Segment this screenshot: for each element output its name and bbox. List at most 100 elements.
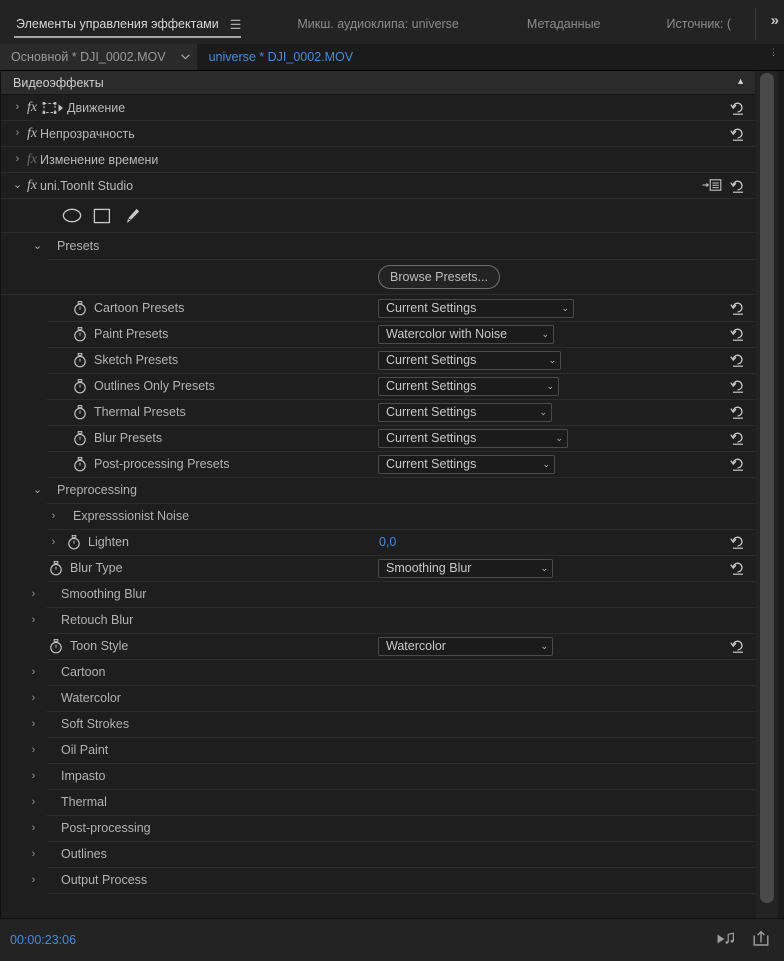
vertical-scrollbar[interactable]: [756, 71, 778, 918]
reset-icon[interactable]: [729, 299, 747, 317]
dropdown-paint-presets[interactable]: Watercolor with Noise ⌄: [378, 324, 554, 344]
group-row-presets[interactable]: ⌄ Presets: [1, 233, 755, 260]
chevron-down-icon[interactable]: [174, 44, 197, 70]
dropdown-blur-presets[interactable]: Current Settings ⌄: [378, 428, 568, 448]
reset-icon[interactable]: [729, 429, 747, 447]
group-row-outlines[interactable]: › Outlines: [1, 841, 755, 868]
stopwatch-icon[interactable]: [47, 559, 65, 577]
effect-row-opacity[interactable]: › fx Непрозрачность: [1, 121, 755, 147]
dropdown-cartoon-presets[interactable]: Current Settings ⌄: [378, 298, 574, 318]
reset-icon[interactable]: [729, 559, 747, 577]
group-row-output-process[interactable]: › Output Process: [1, 867, 755, 894]
stopwatch-icon[interactable]: [71, 429, 89, 447]
reset-icon[interactable]: [729, 125, 747, 143]
reset-icon[interactable]: [729, 637, 747, 655]
param-row-paint-presets[interactable]: Paint Presets Watercolor with Noise ⌄: [1, 321, 755, 348]
dropdown-toon-style[interactable]: Watercolor ⌄: [378, 636, 553, 656]
param-row-post-processing-presets[interactable]: Post-processing Presets Current Settings…: [1, 451, 755, 478]
stopwatch-icon[interactable]: [71, 455, 89, 473]
group-row-thermal[interactable]: › Thermal: [1, 789, 755, 816]
disclosure-triangle-icon[interactable]: ›: [11, 101, 24, 114]
pen-mask-tool-icon[interactable]: [117, 205, 147, 227]
dropdown-post-processing-presets[interactable]: Current Settings ⌄: [378, 454, 555, 474]
effect-row-time-remapping[interactable]: › fx Изменение времени: [1, 147, 755, 173]
tab-metadata[interactable]: Метаданные: [525, 9, 603, 39]
group-row-soft-strokes[interactable]: › Soft Strokes: [1, 711, 755, 738]
keyframe-options-icon[interactable]: [702, 178, 722, 192]
disclosure-triangle-icon[interactable]: ›: [47, 536, 60, 549]
disclosure-triangle-icon[interactable]: ›: [27, 874, 40, 887]
effect-row-motion[interactable]: › fx Движение: [1, 95, 755, 121]
disclosure-triangle-icon[interactable]: ⌄: [31, 240, 44, 253]
disclosure-triangle-icon[interactable]: ›: [27, 770, 40, 783]
disclosure-triangle-icon[interactable]: ›: [11, 127, 24, 140]
reset-icon[interactable]: [729, 455, 747, 473]
play-audio-icon[interactable]: [716, 931, 736, 949]
selected-clip-label[interactable]: universe * DJI_0002.MOV: [197, 50, 354, 64]
stopwatch-icon[interactable]: [47, 637, 65, 655]
reset-icon[interactable]: [729, 533, 747, 551]
param-row-lighten[interactable]: › Lighten 0,0: [1, 529, 755, 556]
disclosure-triangle-icon[interactable]: ›: [11, 153, 24, 166]
sequence-selector[interactable]: Основной * DJI_0002.MOV: [0, 44, 175, 70]
param-row-sketch-presets[interactable]: Sketch Presets Current Settings ⌄: [1, 347, 755, 374]
stopwatch-icon[interactable]: [71, 325, 89, 343]
group-row-watercolor[interactable]: › Watercolor: [1, 685, 755, 712]
disclosure-triangle-icon[interactable]: ⌄: [11, 179, 24, 192]
tab-source[interactable]: Источник: (: [665, 9, 733, 39]
stopwatch-icon[interactable]: [71, 403, 89, 421]
param-row-outlines-only-presets[interactable]: Outlines Only Presets Current Settings ⌄: [1, 373, 755, 400]
vertical-scrollbar-thumb[interactable]: [760, 73, 774, 903]
panel-menu-icon[interactable]: ☰: [230, 18, 242, 31]
export-frame-icon[interactable]: [752, 930, 770, 950]
tab-effect-controls[interactable]: Элементы управления эффектами ☰: [14, 9, 242, 39]
group-row-cartoon[interactable]: › Cartoon: [1, 659, 755, 686]
disclosure-triangle-icon[interactable]: ›: [27, 718, 40, 731]
group-row-post-processing[interactable]: › Post-processing: [1, 815, 755, 842]
tab-overflow-icon[interactable]: »: [771, 12, 779, 29]
disclosure-triangle-icon[interactable]: ›: [27, 796, 40, 809]
disclosure-triangle-icon[interactable]: ›: [27, 822, 40, 835]
disclosure-triangle-icon[interactable]: ›: [27, 588, 40, 601]
stopwatch-icon[interactable]: [65, 533, 83, 551]
dropdown-sketch-presets[interactable]: Current Settings ⌄: [378, 350, 561, 370]
param-value-lighten[interactable]: 0,0: [379, 535, 396, 549]
param-row-thermal-presets[interactable]: Thermal Presets Current Settings ⌄: [1, 399, 755, 426]
video-effects-header[interactable]: Видеоэффекты ▲: [1, 71, 755, 95]
reset-icon[interactable]: [729, 177, 747, 195]
param-row-blur-presets[interactable]: Blur Presets Current Settings ⌄: [1, 425, 755, 452]
stopwatch-icon[interactable]: [71, 351, 89, 369]
reset-icon[interactable]: [729, 403, 747, 421]
param-row-cartoon-presets[interactable]: Cartoon Presets Current Settings ⌄: [1, 295, 755, 322]
disclosure-triangle-icon[interactable]: ›: [47, 510, 60, 523]
stopwatch-icon[interactable]: [71, 377, 89, 395]
group-row-expressionist-noise[interactable]: › Expresssionist Noise: [1, 503, 755, 530]
group-row-retouch-blur[interactable]: › Retouch Blur: [1, 607, 755, 634]
dropdown-outlines-only-presets[interactable]: Current Settings ⌄: [378, 376, 559, 396]
disclosure-triangle-icon[interactable]: ›: [27, 614, 40, 627]
disclosure-triangle-icon[interactable]: ›: [27, 692, 40, 705]
browse-presets-button[interactable]: Browse Presets...: [378, 265, 500, 289]
param-row-blur-type[interactable]: Blur Type Smoothing Blur ⌄: [1, 555, 755, 582]
rectangle-mask-tool-icon[interactable]: [87, 205, 117, 227]
group-row-smoothing-blur[interactable]: › Smoothing Blur: [1, 581, 755, 608]
reset-icon[interactable]: [729, 377, 747, 395]
stopwatch-icon[interactable]: [71, 299, 89, 317]
reset-icon[interactable]: [729, 351, 747, 369]
timecode-display[interactable]: 00:00:23:06: [0, 933, 76, 947]
tab-audio-clip-mixer[interactable]: Микш. аудиоклипа: universe: [295, 9, 461, 39]
group-row-preprocessing[interactable]: ⌄ Preprocessing: [1, 477, 755, 504]
chevron-up-icon[interactable]: ▲: [736, 76, 745, 86]
dropdown-blur-type[interactable]: Smoothing Blur ⌄: [378, 558, 553, 578]
reset-icon[interactable]: [729, 99, 747, 117]
dropdown-thermal-presets[interactable]: Current Settings ⌄: [378, 402, 552, 422]
panel-resize-grip[interactable]: ⋮: [769, 48, 778, 64]
param-row-toon-style[interactable]: Toon Style Watercolor ⌄: [1, 633, 755, 660]
group-row-impasto[interactable]: › Impasto: [1, 763, 755, 790]
group-row-oil-paint[interactable]: › Oil Paint: [1, 737, 755, 764]
disclosure-triangle-icon[interactable]: ›: [27, 744, 40, 757]
disclosure-triangle-icon[interactable]: ⌄: [31, 484, 44, 497]
ellipse-mask-tool-icon[interactable]: [57, 205, 87, 227]
reset-icon[interactable]: [729, 325, 747, 343]
effect-row-toonit-studio[interactable]: ⌄ fx uni.ToonIt Studio: [1, 173, 755, 199]
